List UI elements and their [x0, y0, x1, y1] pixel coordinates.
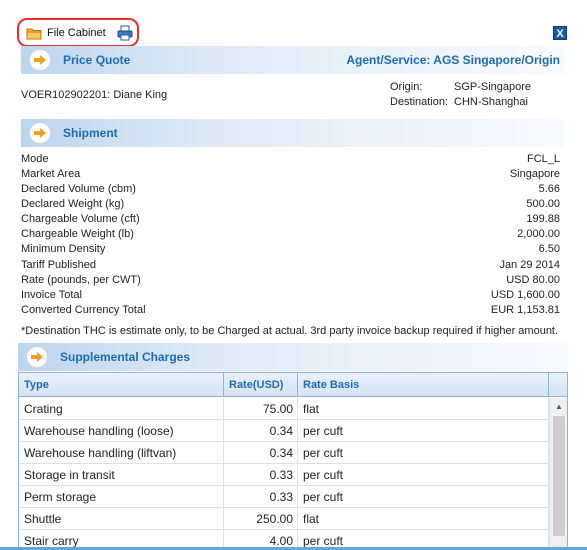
destination-label: Destination:	[390, 96, 449, 108]
shipment-row-value: Jan 29 2014	[499, 259, 560, 271]
shipment-row: Tariff Published Jan 29 2014	[21, 259, 560, 274]
shipment-row-label: Invoice Total	[21, 289, 82, 301]
shipment-row: Mode FCL_L	[21, 153, 560, 168]
shipment-row-label: Mode	[21, 153, 49, 165]
shipment-row-label: Converted Currency Total	[21, 304, 146, 316]
shipment-row-label: Tariff Published	[21, 259, 97, 271]
cell-type: Perm storage	[19, 486, 224, 507]
cell-type: Shuttle	[19, 508, 224, 529]
column-header-rate-basis[interactable]: Rate Basis	[298, 373, 549, 396]
price-quote-header: Price Quote Agent/Service: AGS Singapore…	[21, 46, 564, 74]
cell-basis: per cuft	[298, 486, 549, 507]
shipment-row: Market Area Singapore	[21, 168, 560, 183]
supplemental-charges-table: Type Rate(USD) Rate Basis Crating 75.00 …	[18, 372, 568, 550]
table-row[interactable]: Warehouse handling (loose) 0.34 per cuft	[19, 420, 549, 442]
folder-icon[interactable]	[26, 26, 42, 40]
origin-label: Origin:	[390, 81, 423, 93]
agent-service-label: Agent/Service: AGS Singapore/Origin	[346, 53, 560, 67]
cell-type: Warehouse handling (liftvan)	[19, 442, 224, 463]
shipment-row: Rate (pounds, per CWT) USD 80.00	[21, 274, 560, 289]
shipment-row-label: Minimum Density	[21, 243, 106, 255]
column-header-type[interactable]: Type	[19, 373, 224, 396]
price-quote-title: Price Quote	[63, 53, 131, 67]
shipment-row-value: Singapore	[509, 168, 560, 180]
shipment-row-value: FCL_L	[526, 153, 560, 165]
shipment-row: Declared Weight (kg) 500.00	[21, 198, 560, 213]
shipment-row-value: 500.00	[526, 198, 560, 210]
arrow-right-icon	[29, 49, 51, 71]
shipment-title: Shipment	[63, 126, 118, 140]
shipment-row: Chargeable Weight (lb) 2,000.00	[21, 228, 560, 243]
cell-rate: 0.33	[224, 486, 298, 507]
shipment-row-value: USD 1,600.00	[490, 289, 560, 301]
cell-basis: flat	[298, 398, 549, 419]
table-row[interactable]: Warehouse handling (liftvan) 0.34 per cu…	[19, 442, 549, 464]
shipment-row-label: Rate (pounds, per CWT)	[21, 274, 141, 286]
shipment-row-label: Chargeable Volume (cft)	[21, 213, 140, 225]
supplemental-charges-title: Supplemental Charges	[60, 350, 191, 364]
table-row[interactable]: Crating 75.00 flat	[19, 398, 549, 420]
shipment-row-value: 5.66	[538, 183, 560, 195]
cell-rate: 250.00	[224, 508, 298, 529]
printer-icon[interactable]	[117, 25, 133, 41]
table-row[interactable]: Perm storage 0.33 per cuft	[19, 486, 549, 508]
file-cabinet-toolbar: File Cabinet	[17, 18, 139, 47]
cell-rate: 0.34	[224, 420, 298, 441]
file-cabinet-link[interactable]: File Cabinet	[47, 27, 106, 39]
column-header-rate[interactable]: Rate(USD)	[224, 373, 298, 396]
supplemental-charges-header: Supplemental Charges	[18, 343, 568, 371]
thc-note: *Destination THC is estimate only, to be…	[21, 325, 559, 337]
scroll-up-icon[interactable]: ▲	[550, 398, 567, 414]
cell-type: Warehouse handling (loose)	[19, 420, 224, 441]
shipment-row-label: Chargeable Weight (lb)	[21, 228, 134, 240]
cell-type: Storage in transit	[19, 464, 224, 485]
shipment-row: Chargeable Volume (cft) 199.88	[21, 213, 560, 228]
table-body: Crating 75.00 flat Warehouse handling (l…	[19, 398, 549, 549]
shipment-row-value: 6.50	[538, 243, 560, 255]
table-row[interactable]: Storage in transit 0.33 per cuft	[19, 464, 549, 486]
cell-rate: 75.00	[224, 398, 298, 419]
shipment-row-value: USD 80.00	[506, 274, 560, 286]
shipment-row-value: EUR 1,153.81	[490, 304, 560, 316]
shipment-row-value: 2,000.00	[517, 228, 560, 240]
cell-basis: per cuft	[298, 420, 549, 441]
close-button[interactable]: X	[553, 26, 567, 40]
cell-basis: flat	[298, 508, 549, 529]
cell-basis: per cuft	[298, 464, 549, 485]
cell-rate: 0.33	[224, 464, 298, 485]
table-row[interactable]: Shuttle 250.00 flat	[19, 508, 549, 530]
shipment-row-label: Declared Weight (kg)	[21, 198, 125, 210]
shipment-row-value: 199.88	[526, 213, 560, 225]
origin-value: SGP-Singapore	[454, 81, 532, 93]
arrow-right-icon	[29, 122, 51, 144]
shipment-row: Declared Volume (cbm) 5.66	[21, 183, 560, 198]
shipment-header: Shipment	[21, 119, 564, 147]
shipment-row: Invoice Total USD 1,600.00	[21, 289, 560, 304]
shipment-row-label: Declared Volume (cbm)	[21, 183, 136, 195]
shipment-row-label: Market Area	[21, 168, 81, 180]
destination-value: CHN-Shanghai	[454, 96, 528, 108]
shipment-row: Minimum Density 6.50	[21, 243, 560, 258]
table-header: Type Rate(USD) Rate Basis	[19, 373, 567, 397]
arrow-right-icon	[26, 346, 48, 368]
shipment-row: Converted Currency Total EUR 1,153.81	[21, 304, 560, 319]
cell-rate: 0.34	[224, 442, 298, 463]
scroll-thumb[interactable]	[553, 416, 565, 536]
cell-basis: per cuft	[298, 442, 549, 463]
cell-type: Crating	[19, 398, 224, 419]
table-scrollbar[interactable]: ▲	[549, 398, 567, 549]
quote-reference: VOER102902201: Diane King	[21, 89, 168, 101]
